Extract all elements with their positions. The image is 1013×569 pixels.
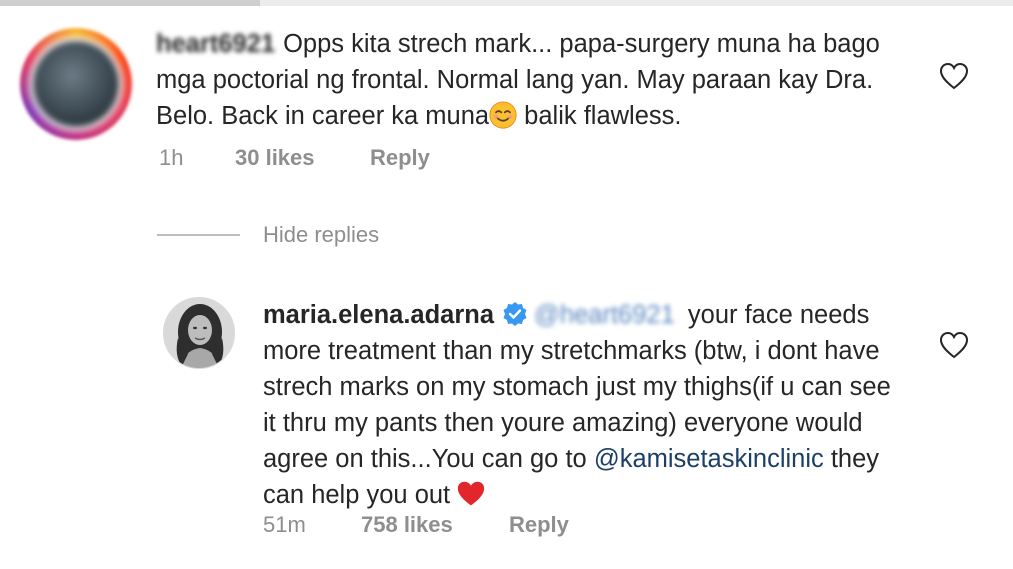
mention-link[interactable]: @kamisetaskinclinic [594,445,824,473]
top-divider [0,0,1013,6]
commenter-avatar[interactable] [163,297,235,369]
comment-body: heart6921 Opps kita strech mark... papa-s… [156,26,916,134]
divider-line [157,234,240,236]
reply-button[interactable]: Reply [370,145,430,171]
comment-username[interactable]: heart6921 [156,26,275,62]
smiling-face-emoji [489,101,517,129]
reply-username[interactable]: maria.elena.adarna [263,301,494,329]
likes-count[interactable]: 30 likes [235,145,315,171]
red-heart-emoji [458,481,485,506]
heart-outline-icon[interactable] [939,331,969,359]
reply-body: maria.elena.adarna @heart6921 your face … [263,297,903,513]
reply-button[interactable]: Reply [509,512,569,538]
reply-mention[interactable]: @heart6921 [534,297,675,333]
verified-badge-icon [503,302,527,326]
commenter-avatar[interactable] [20,28,132,140]
comment-time: 1h [159,145,184,170]
comment-text-end: balik flawless. [517,102,682,130]
heart-outline-icon[interactable] [939,62,969,90]
reply-time: 51m [263,512,306,537]
likes-count[interactable]: 758 likes [361,512,453,538]
hide-replies-label[interactable]: Hide replies [263,222,379,248]
